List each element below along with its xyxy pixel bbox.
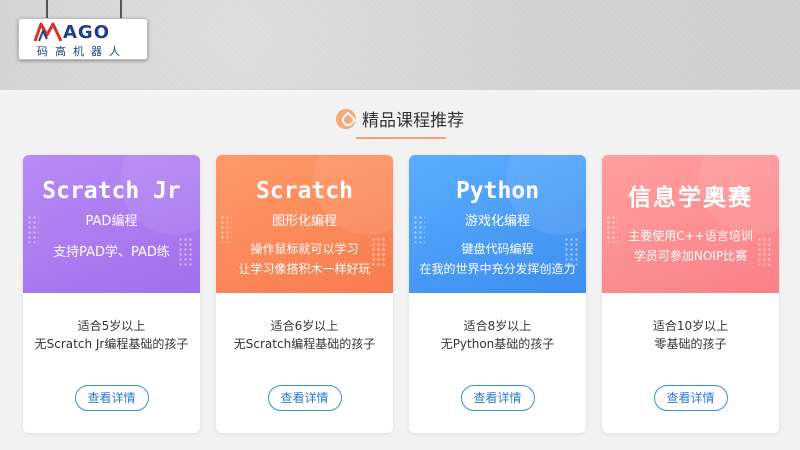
- logo-text: AGO: [63, 22, 111, 43]
- card-age: 适合10岁以上: [652, 319, 729, 333]
- card-subtitle: 图形化编程: [271, 214, 337, 229]
- card-audience: 无Scratch Jr编程基础的孩子: [34, 337, 189, 351]
- course-card-python[interactable]: Python 游戏化编程 键盘代码编程 在我的世界中充分发挥创造力 适合8岁以上…: [409, 155, 586, 433]
- card-title: Scratch Jr: [42, 178, 181, 204]
- card-header: 信息学奥赛 主要使用C++语言培训 学员可参加NOIP比赛: [602, 155, 779, 293]
- card-audience: 无Scratch编程基础的孩子: [233, 337, 376, 351]
- card-header: Scratch 图形化编程 操作鼠标就可以学习 让学习像搭积木一样好玩: [216, 155, 393, 293]
- course-card-olympiad[interactable]: 信息学奥赛 主要使用C++语言培训 学员可参加NOIP比赛 适合10岁以上 零基…: [602, 155, 779, 433]
- card-header: Python 游戏化编程 键盘代码编程 在我的世界中充分发挥创造力: [409, 155, 586, 293]
- view-details-button[interactable]: 查看详情: [653, 385, 728, 411]
- card-subtitle: PAD编程: [85, 214, 138, 229]
- course-card-scratch[interactable]: Scratch 图形化编程 操作鼠标就可以学习 让学习像搭积木一样好玩 适合6岁…: [216, 155, 393, 433]
- card-desc-line-2: 在我的世界中充分发挥创造力: [419, 262, 576, 276]
- card-title: Scratch: [256, 178, 353, 204]
- card-desc-line-1: 操作鼠标就可以学习: [250, 242, 359, 256]
- course-card-scratch-jr[interactable]: Scratch Jr PAD编程 支持PAD学、PAD练 适合5岁以上 无Scr…: [23, 155, 200, 433]
- card-desc-line-2: 学员可参加NOIP比赛: [633, 249, 748, 263]
- card-audience: 无Python基础的孩子: [440, 337, 555, 351]
- logo-m-icon: [33, 22, 63, 42]
- section-title-text: 精品课程推荐: [362, 111, 464, 131]
- section-heading: 精品课程推荐: [0, 106, 800, 131]
- card-body: 适合6岁以上 无Scratch编程基础的孩子: [216, 293, 393, 353]
- view-details-button[interactable]: 查看详情: [460, 385, 535, 411]
- card-age: 适合6岁以上: [270, 319, 339, 333]
- card-desc-line-1: 键盘代码编程: [461, 242, 534, 256]
- logo-subtext: 码高机器人: [37, 45, 127, 58]
- card-desc: 主要使用C++语言培训 学员可参加NOIP比赛: [602, 226, 779, 266]
- card-desc: 操作鼠标就可以学习 让学习像搭积木一样好玩: [216, 239, 393, 279]
- card-desc-line-1: 主要使用C++语言培训: [628, 229, 753, 243]
- card-body: 适合10岁以上 零基础的孩子: [602, 293, 779, 353]
- view-details-button[interactable]: 查看详情: [74, 385, 149, 411]
- card-body: 适合5岁以上 无Scratch Jr编程基础的孩子: [23, 293, 200, 353]
- card-audience: 零基础的孩子: [654, 337, 727, 351]
- card-header: Scratch Jr PAD编程 支持PAD学、PAD练: [23, 155, 200, 293]
- card-age: 适合8岁以上: [463, 319, 532, 333]
- site-logo[interactable]: AGO 码高机器人: [18, 18, 148, 60]
- card-body: 适合8岁以上 无Python基础的孩子: [409, 293, 586, 353]
- card-title: 信息学奥赛: [628, 185, 753, 211]
- card-title: Python: [455, 178, 540, 204]
- card-subtitle: 游戏化编程: [464, 214, 530, 229]
- card-age: 适合5岁以上: [77, 319, 146, 333]
- ribbon-icon: [336, 109, 356, 129]
- card-desc: 键盘代码编程 在我的世界中充分发挥创造力: [409, 239, 586, 279]
- title-underline: [356, 137, 446, 139]
- view-details-button[interactable]: 查看详情: [267, 385, 342, 411]
- card-desc-line-2: 让学习像搭积木一样好玩: [238, 262, 371, 276]
- card-desc: 支持PAD学、PAD练: [53, 245, 170, 260]
